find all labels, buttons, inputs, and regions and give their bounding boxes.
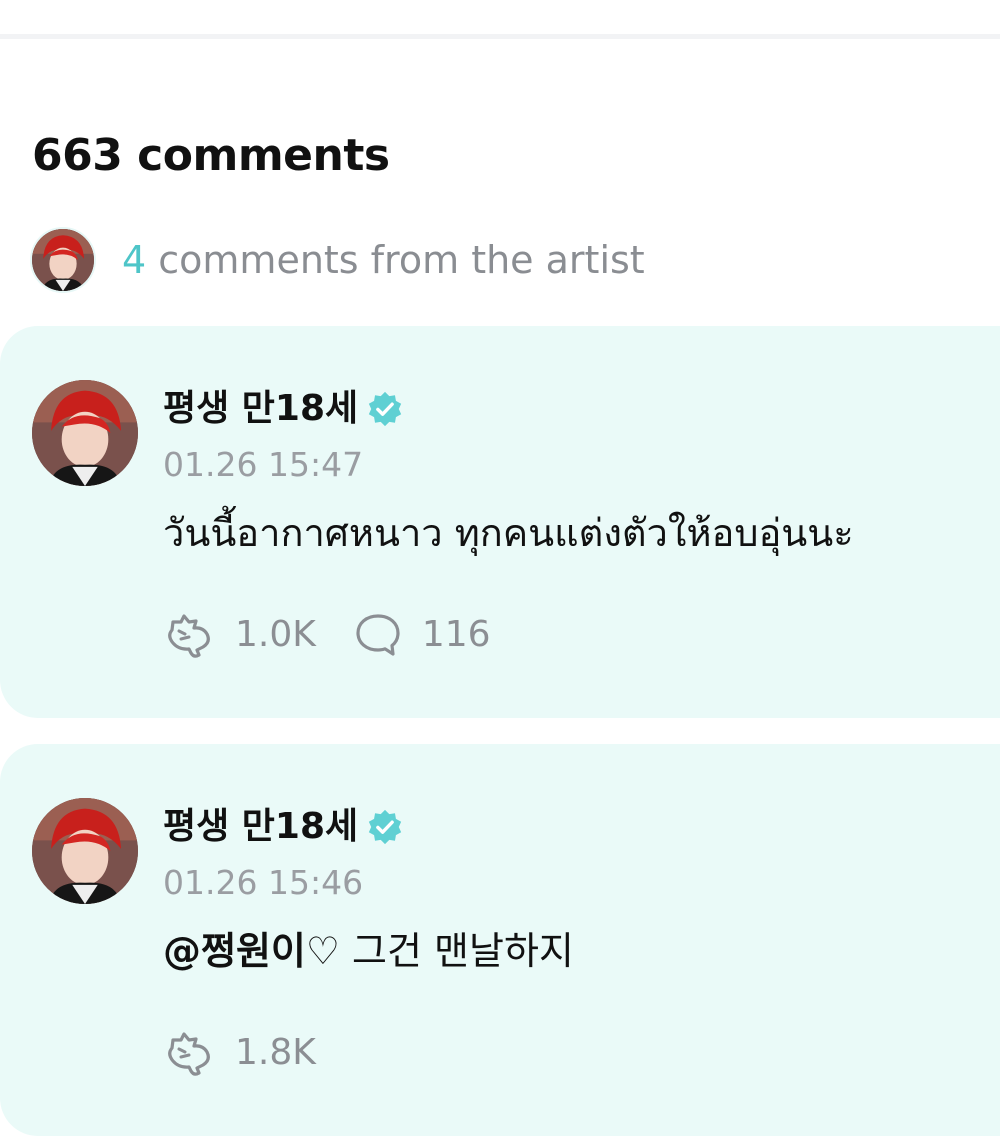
- comment-body: @쩡원이♡ 그건 맨날하지: [163, 926, 574, 976]
- artist-comment-card[interactable]: 평생 만18세 01.26 15:47 วันนี้อากาศหนาว ทุกค…: [0, 326, 1000, 718]
- comment-timestamp: 01.26 15:47: [163, 445, 364, 484]
- author-avatar[interactable]: [32, 380, 138, 486]
- author-name: 평생 만18세: [163, 388, 359, 429]
- heart-hands-icon: [168, 614, 210, 658]
- comment-text: วันนี้อากาศหนาว ทุกคนแต่งตัวให้อบอุ่นนะ: [163, 511, 854, 555]
- reply-count: 116: [421, 614, 491, 655]
- verified-badge-icon: [368, 809, 402, 845]
- author-name: 평생 만18세: [163, 806, 359, 847]
- like-button[interactable]: 1.0K: [163, 612, 316, 658]
- artist-comments-count: 4: [122, 238, 147, 282]
- artist-avatar: [30, 227, 96, 293]
- comments-count-title: 663 comments: [32, 130, 390, 181]
- user-mention[interactable]: @쩡원이♡: [163, 929, 340, 973]
- like-count: 1.0K: [235, 614, 316, 655]
- artist-comment-card[interactable]: 평생 만18세 01.26 15:46 @쩡원이♡ 그건 맨날하지 1.8K: [0, 744, 1000, 1136]
- reply-button[interactable]: 116: [354, 612, 491, 658]
- speech-bubble-icon: [356, 614, 400, 656]
- artist-comments-filter[interactable]: 4 comments from the artist: [30, 227, 645, 293]
- artist-comments-text: comments from the artist: [146, 238, 645, 282]
- comment-actions: 1.0K 116: [163, 612, 491, 658]
- comment-timestamp: 01.26 15:46: [163, 863, 364, 902]
- author-avatar[interactable]: [32, 798, 138, 904]
- comment-text: 그건 맨날하지: [339, 929, 574, 973]
- verified-badge-icon: [368, 391, 402, 427]
- comment-actions: 1.8K: [163, 1030, 316, 1076]
- heart-hands-icon: [168, 1032, 210, 1076]
- artist-comments-label: 4 comments from the artist: [122, 235, 645, 285]
- like-button[interactable]: 1.8K: [163, 1030, 316, 1076]
- top-divider: [0, 34, 1000, 39]
- like-count: 1.8K: [235, 1032, 316, 1073]
- comment-author[interactable]: 평생 만18세: [163, 804, 404, 850]
- comment-author[interactable]: 평생 만18세: [163, 386, 404, 432]
- comment-body: วันนี้อากาศหนาว ทุกคนแต่งตัวให้อบอุ่นนะ: [163, 508, 854, 558]
